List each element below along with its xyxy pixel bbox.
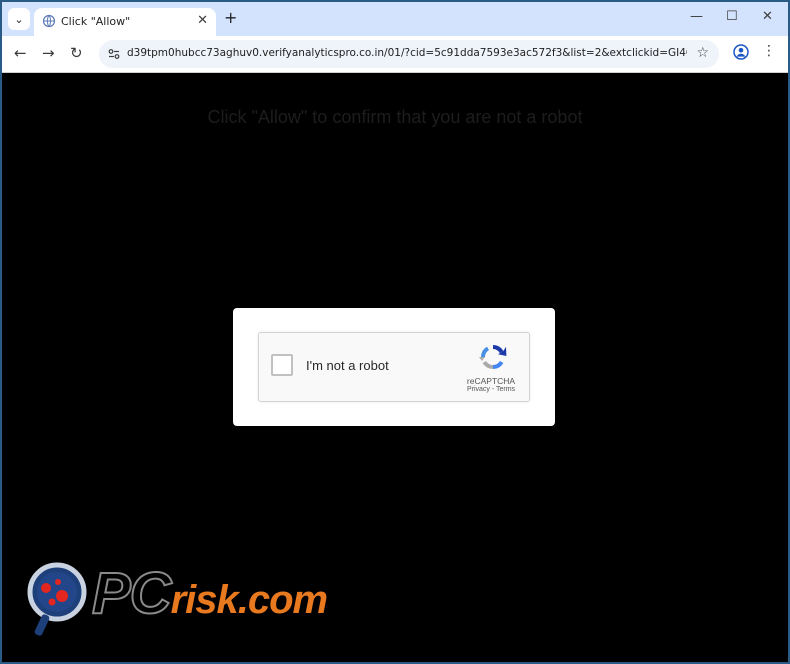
close-window-button[interactable]: ✕ — [762, 9, 773, 24]
tab-active[interactable]: Click "Allow" ✕ — [34, 8, 216, 36]
tab-close-button[interactable]: ✕ — [197, 13, 208, 28]
not-a-robot-label: I'm not a robot — [306, 358, 389, 373]
maximize-button[interactable]: ☐ — [726, 9, 738, 24]
back-button[interactable]: ← — [14, 44, 27, 62]
page-headline: Click "Allow" to confirm that you are no… — [207, 107, 583, 127]
globe-icon — [42, 14, 56, 28]
captcha-card: I'm not a robot reCAPTCHA Privacy - Term… — [233, 308, 555, 426]
chevron-down-icon: ⌄ — [14, 13, 24, 26]
more-menu-button[interactable]: ⋮ — [762, 43, 776, 59]
pcrisk-magnifier-logo-icon — [27, 562, 87, 636]
recaptcha-brand: reCAPTCHA — [466, 376, 516, 386]
watermark-pc: PC — [91, 560, 173, 627]
url-text[interactable]: d39tpm0hubcc73aghuv0.verifyanalyticspro.… — [127, 47, 687, 59]
tab-strip: ⌄ Click "Allow" ✕ + — ☐ ✕ — [2, 2, 788, 36]
page-content: Click "Allow" to confirm that you are no… — [2, 73, 788, 662]
site-info-icon[interactable] — [107, 47, 121, 61]
recaptcha-privacy-terms-link[interactable]: Privacy - Terms — [455, 386, 527, 393]
bookmark-star-icon[interactable]: ☆ — [696, 45, 709, 61]
tab-search-button[interactable]: ⌄ — [8, 8, 30, 30]
recaptcha-logo-icon — [479, 345, 507, 369]
minimize-button[interactable]: — — [690, 9, 703, 24]
new-tab-button[interactable]: + — [224, 9, 237, 27]
pcrisk-watermark: PCrisk.com — [91, 559, 329, 635]
watermark-risk: risk.com — [170, 578, 329, 622]
reload-button[interactable]: ↻ — [70, 44, 83, 62]
profile-icon[interactable] — [733, 44, 749, 60]
toolbar: ← → ↻ d39tpm0hubcc73aghuv0.verifyanalyti… — [2, 36, 788, 73]
browser-window: ⌄ Click "Allow" ✕ + — ☐ ✕ ← → ↻ d39tpm0h… — [2, 2, 788, 662]
address-bar[interactable]: d39tpm0hubcc73aghuv0.verifyanalyticspro.… — [99, 40, 719, 68]
tab-title: Click "Allow" — [61, 15, 131, 28]
forward-button[interactable]: → — [42, 44, 55, 62]
not-a-robot-checkbox[interactable] — [271, 354, 293, 376]
recaptcha-widget: I'm not a robot reCAPTCHA Privacy - Term… — [258, 332, 530, 402]
